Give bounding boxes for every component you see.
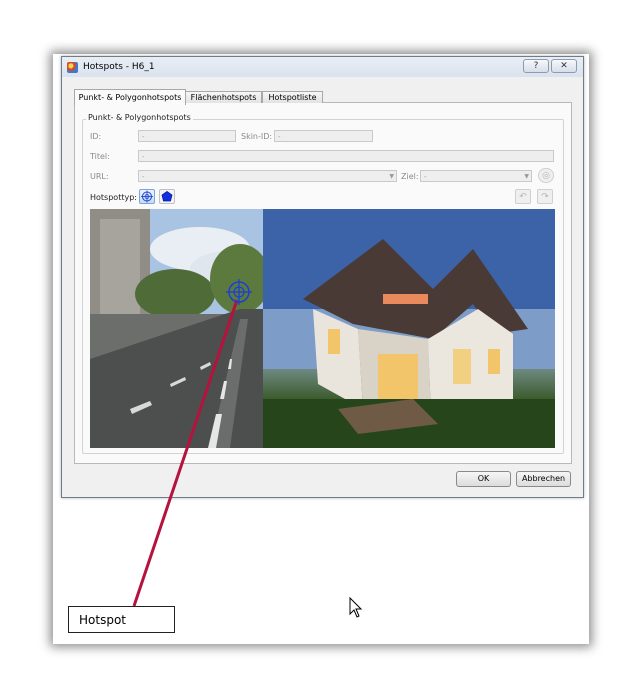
mouse-cursor-icon [349,596,363,618]
crosshair-icon [226,279,252,305]
tab-punkt-polygonhotspots[interactable]: Punkt- & Polygonhotspots [74,89,186,105]
hotspot-callout-box: Hotspot [68,606,175,633]
callout-line [132,299,239,607]
hotspot-callout-label: Hotspot [79,613,126,627]
tab-label: Punkt- & Polygonhotspots [78,93,182,102]
